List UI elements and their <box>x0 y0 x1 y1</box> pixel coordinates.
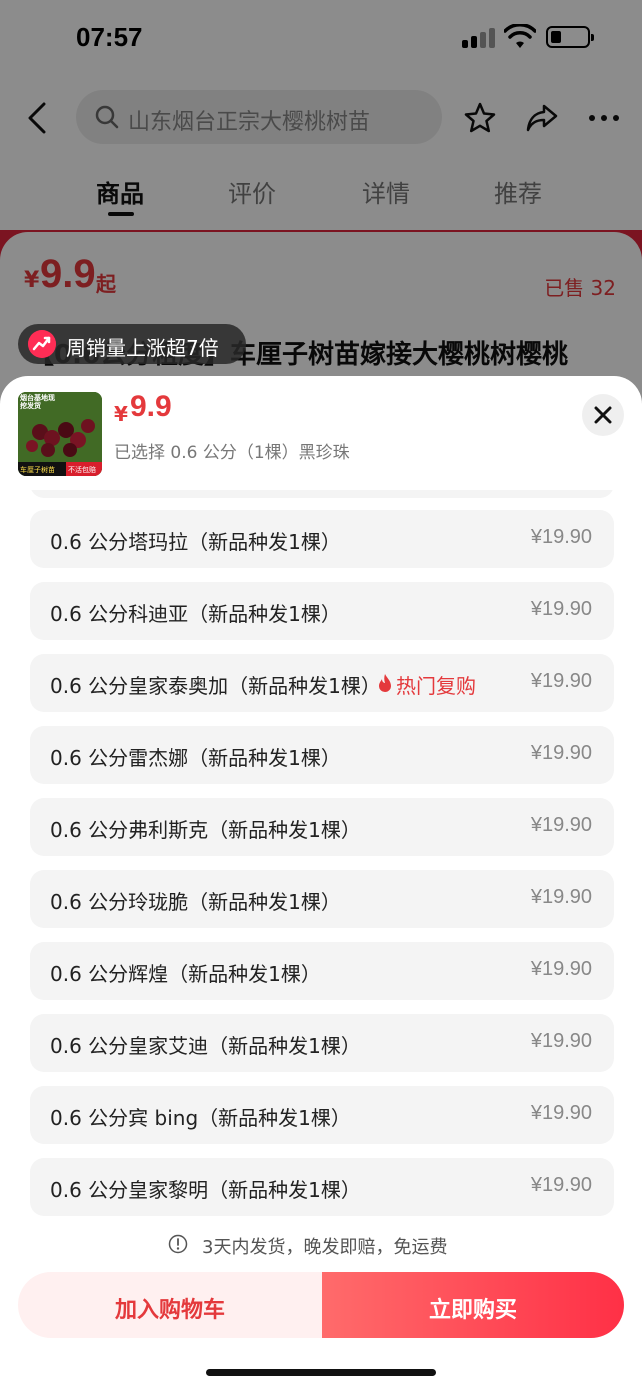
sku-option-price: ¥19.90 <box>530 958 592 980</box>
sku-option-name: 0.6 公分科迪亚（新品种发1棵） <box>50 602 341 626</box>
sku-option-price: ¥19.90 <box>530 886 592 908</box>
add-to-cart-label: 加入购物车 <box>114 1298 225 1323</box>
sku-option[interactable]: 0.6 公分宾 bing（新品种发1棵） ¥19.90 <box>30 1086 614 1144</box>
sku-option-name: 0.6 公分皇家艾迪（新品种发1棵） <box>50 1034 361 1058</box>
sheet-price: 9.9 <box>130 390 172 423</box>
sku-option-partial[interactable] <box>30 490 614 498</box>
thumb-left-text: 车厘子树苗 <box>20 466 55 474</box>
sku-option-price: ¥19.90 <box>530 814 592 836</box>
sku-option-name: 0.6 公分皇家泰奥加（新品种发1棵） <box>50 674 381 698</box>
trend-text: 周销量上涨超7倍 <box>66 336 219 360</box>
buy-now-label: 立即购买 <box>428 1298 517 1323</box>
home-indicator[interactable] <box>206 1369 436 1376</box>
sku-option-price: ¥19.90 <box>530 598 592 620</box>
sku-option-name: 0.6 公分弗利斯克（新品种发1棵） <box>50 818 361 842</box>
delivery-notice: 3天内发货，晚发即赔，免运费 <box>0 1222 642 1266</box>
sku-option[interactable]: 0.6 公分塔玛拉（新品种发1棵） ¥19.90 <box>30 510 614 568</box>
sku-option-name: 0.6 公分皇家黎明（新品种发1棵） <box>50 1178 361 1202</box>
buy-now-button[interactable]: 立即购买 <box>322 1272 624 1338</box>
sku-selector-sheet: 烟台基地现挖发货 车厘子树苗 不活包赔 ¥ 9.9 已选择 0.6 公分（1棵）… <box>0 376 642 1389</box>
sku-option[interactable]: 0.6 公分皇家艾迪（新品种发1棵） ¥19.90 <box>30 1014 614 1072</box>
sku-option-price: ¥19.90 <box>530 670 592 692</box>
sku-option-name: 0.6 公分辉煌（新品种发1棵） <box>50 962 321 986</box>
close-icon <box>594 406 612 424</box>
add-to-cart-button[interactable]: 加入购物车 <box>18 1272 322 1338</box>
sku-option-name: 0.6 公分宾 bing（新品种发1棵） <box>50 1106 351 1130</box>
sku-option[interactable]: 0.6 公分皇家黎明（新品种发1棵） ¥19.90 <box>30 1158 614 1216</box>
sku-option[interactable]: 0.6 公分弗利斯克（新品种发1棵） ¥19.90 <box>30 798 614 856</box>
sku-option[interactable]: 0.6 公分科迪亚（新品种发1棵） ¥19.90 <box>30 582 614 640</box>
sku-option[interactable]: 0.6 公分辉煌（新品种发1棵） ¥19.90 <box>30 942 614 1000</box>
sku-option[interactable]: 0.6 公分皇家泰奥加（新品种发1棵） 热门复购 ¥19.90 <box>30 654 614 712</box>
sku-option-price: ¥19.90 <box>530 1030 592 1052</box>
sku-option-price: ¥19.90 <box>530 526 592 548</box>
sku-option-name: 0.6 公分塔玛拉（新品种发1棵） <box>50 530 341 554</box>
sku-option-price: ¥19.90 <box>530 1102 592 1124</box>
thumb-right-text: 不活包赔 <box>68 466 96 474</box>
sku-option-name: 0.6 公分雷杰娜（新品种发1棵） <box>50 746 341 770</box>
info-icon <box>168 1234 188 1254</box>
delivery-notice-text: 3天内发货，晚发即赔，免运费 <box>202 1237 448 1258</box>
sku-option-list[interactable]: 0.6 公分塔玛拉（新品种发1棵） ¥19.90 0.6 公分科迪亚（新品种发1… <box>0 490 642 1220</box>
sku-option-price: ¥19.90 <box>530 742 592 764</box>
sku-option[interactable]: 0.6 公分雷杰娜（新品种发1棵） ¥19.90 <box>30 726 614 784</box>
hot-repurchase-tag: 热门复购 <box>396 674 476 698</box>
thumb-top-text: 烟台基地现挖发货 <box>20 394 55 410</box>
sheet-price-currency: ¥ <box>114 402 128 426</box>
product-thumbnail: 烟台基地现挖发货 车厘子树苗 不活包赔 <box>18 392 102 476</box>
trend-badge: 周销量上涨超7倍 <box>18 324 246 364</box>
sku-option-price: ¥19.90 <box>530 1174 592 1196</box>
sku-option[interactable]: 0.6 公分玲珑脆（新品种发1棵） ¥19.90 <box>30 870 614 928</box>
selected-sku-text: 已选择 0.6 公分（1棵）黑珍珠 <box>114 443 350 463</box>
sku-option-name: 0.6 公分玲珑脆（新品种发1棵） <box>50 890 341 914</box>
trend-up-icon <box>28 330 56 358</box>
fire-icon <box>379 674 391 692</box>
close-button[interactable] <box>582 394 624 436</box>
